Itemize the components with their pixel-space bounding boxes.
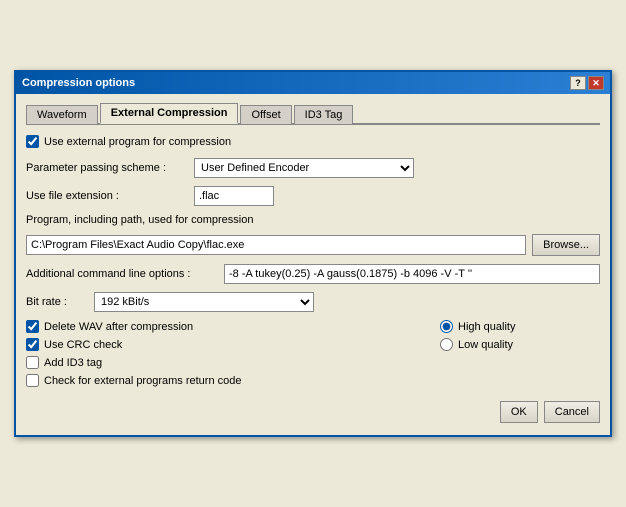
low-quality-row: Low quality [440, 338, 600, 351]
tab-content: Use external program for compression Par… [26, 135, 600, 425]
bitrate-label: Bit rate : [26, 296, 86, 308]
use-external-row: Use external program for compression [26, 135, 600, 148]
check-return-label: Check for external programs return code [44, 375, 241, 387]
title-bar: Compression options ? ✕ [16, 72, 610, 94]
close-button[interactable]: ✕ [588, 76, 604, 90]
use-crc-row: Use CRC check [26, 338, 440, 351]
additional-row: Additional command line options : [26, 264, 600, 284]
add-id3-label: Add ID3 tag [44, 357, 102, 369]
param-scheme-select[interactable]: User Defined Encoder [194, 158, 414, 178]
ok-button[interactable]: OK [500, 401, 538, 423]
use-crc-checkbox[interactable] [26, 338, 39, 351]
tab-waveform[interactable]: Waveform [26, 105, 98, 124]
use-crc-label: Use CRC check [44, 339, 122, 351]
high-quality-radio[interactable] [440, 320, 453, 333]
program-path-row: Browse... [26, 234, 600, 256]
bottom-row: OK Cancel [26, 395, 600, 425]
delete-wav-checkbox[interactable] [26, 320, 39, 333]
tab-external-compression[interactable]: External Compression [100, 103, 239, 124]
bitrate-select[interactable]: 192 kBit/s [94, 292, 314, 312]
delete-wav-label: Delete WAV after compression [44, 321, 193, 333]
tab-id3-tag[interactable]: ID3 Tag [294, 105, 354, 124]
dialog-body: Waveform External Compression Offset ID3… [16, 94, 610, 435]
program-label: Program, including path, used for compre… [26, 214, 600, 226]
use-external-checkbox[interactable] [26, 135, 39, 148]
title-bar-buttons: ? ✕ [570, 76, 604, 90]
high-quality-row: High quality [440, 320, 600, 333]
add-id3-row: Add ID3 tag [26, 356, 440, 369]
use-external-label: Use external program for compression [44, 136, 231, 148]
checkboxes-col: Delete WAV after compression Use CRC che… [26, 320, 440, 387]
compression-options-dialog: Compression options ? ✕ Waveform Externa… [14, 70, 612, 437]
low-quality-label: Low quality [458, 339, 513, 351]
low-quality-radio[interactable] [440, 338, 453, 351]
radios-col: High quality Low quality [440, 320, 600, 387]
additional-label: Additional command line options : [26, 268, 216, 280]
file-ext-input[interactable] [194, 186, 274, 206]
file-ext-row: Use file extension : [26, 186, 600, 206]
file-ext-label: Use file extension : [26, 190, 186, 202]
tabs: Waveform External Compression Offset ID3… [26, 102, 600, 125]
additional-input[interactable] [224, 264, 600, 284]
high-quality-label: High quality [458, 321, 515, 333]
check-return-checkbox[interactable] [26, 374, 39, 387]
delete-wav-row: Delete WAV after compression [26, 320, 440, 333]
cancel-button[interactable]: Cancel [544, 401, 600, 423]
help-button[interactable]: ? [570, 76, 586, 90]
checkboxes-radios: Delete WAV after compression Use CRC che… [26, 320, 600, 387]
browse-button[interactable]: Browse... [532, 234, 600, 256]
param-scheme-row: Parameter passing scheme : User Defined … [26, 158, 600, 178]
dialog-title: Compression options [22, 77, 135, 89]
check-return-row: Check for external programs return code [26, 374, 440, 387]
tab-offset[interactable]: Offset [240, 105, 291, 124]
add-id3-checkbox[interactable] [26, 356, 39, 369]
param-scheme-label: Parameter passing scheme : [26, 162, 186, 174]
bitrate-row: Bit rate : 192 kBit/s [26, 292, 600, 312]
program-path-input[interactable] [26, 235, 526, 255]
